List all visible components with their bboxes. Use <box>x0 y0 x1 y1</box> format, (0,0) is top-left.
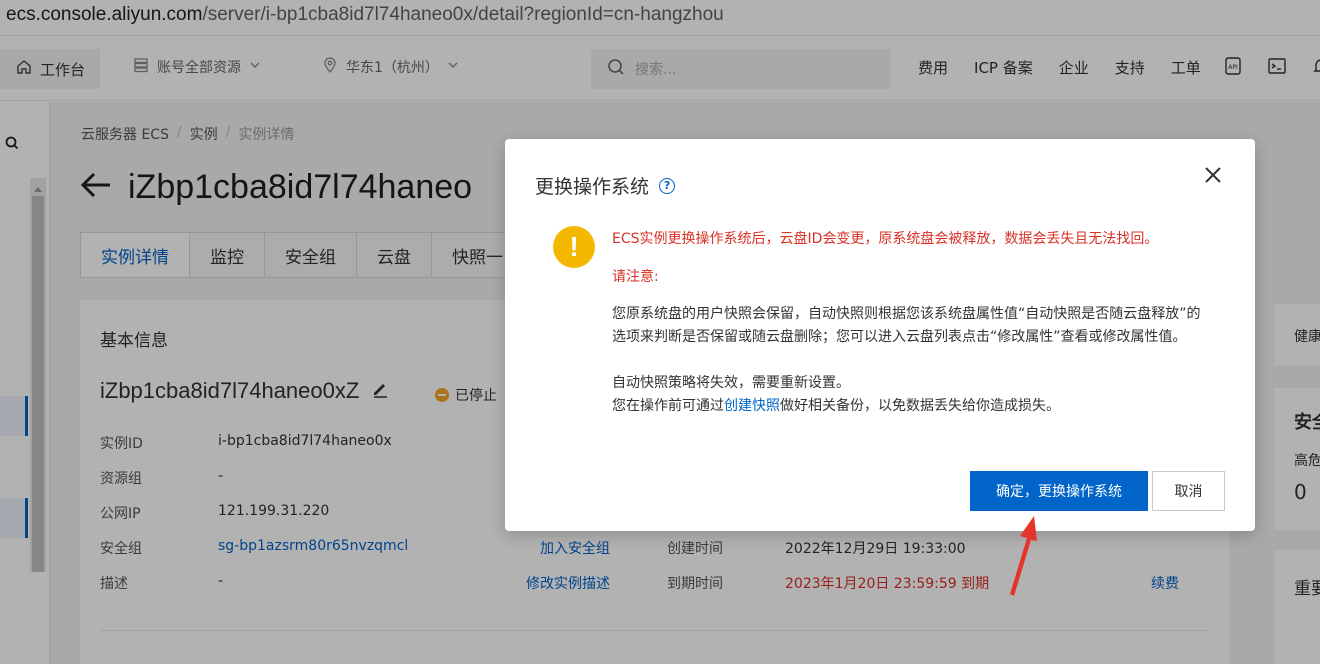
notice-paragraph-2: 自动快照策略将失效，需要重新设置。 <box>612 375 850 391</box>
change-os-dialog: 更换操作系统 ? ! ECS实例更换操作系统后，云盘ID会变更，原系统盘会被释放… <box>505 139 1255 531</box>
dialog-title: 更换操作系统 ? <box>535 172 676 199</box>
notice-paragraph-3-suffix: 做好相关备份，以免数据丢失给你造成损失。 <box>780 398 1060 414</box>
dialog-title-text: 更换操作系统 <box>535 176 650 198</box>
notice-paragraph-3: 您在操作前可通过创建快照做好相关备份，以免数据丢失给你造成损失。 <box>612 395 1222 418</box>
cancel-button[interactable]: 取消 <box>1152 471 1225 511</box>
notice-paragraph-3-prefix: 您在操作前可通过 <box>612 398 724 414</box>
close-button[interactable] <box>1201 165 1225 189</box>
warning-message: ECS实例更换操作系统后，云盘ID会变更，原系统盘会被释放，数据会丢失且无法找回… <box>612 231 1159 247</box>
create-snapshot-link[interactable]: 创建快照 <box>724 398 780 414</box>
notice-paragraph-1: 您原系统盘的用户快照会保留，自动快照则根据您该系统盘属性值“自动快照是否随云盘释… <box>612 306 1201 345</box>
help-icon[interactable]: ? <box>659 177 676 194</box>
notice-heading: 请注意: <box>612 269 659 285</box>
confirm-change-os-button[interactable]: 确定，更换操作系统 <box>970 471 1148 511</box>
close-icon <box>1204 166 1222 188</box>
warning-icon: ! <box>553 226 595 268</box>
